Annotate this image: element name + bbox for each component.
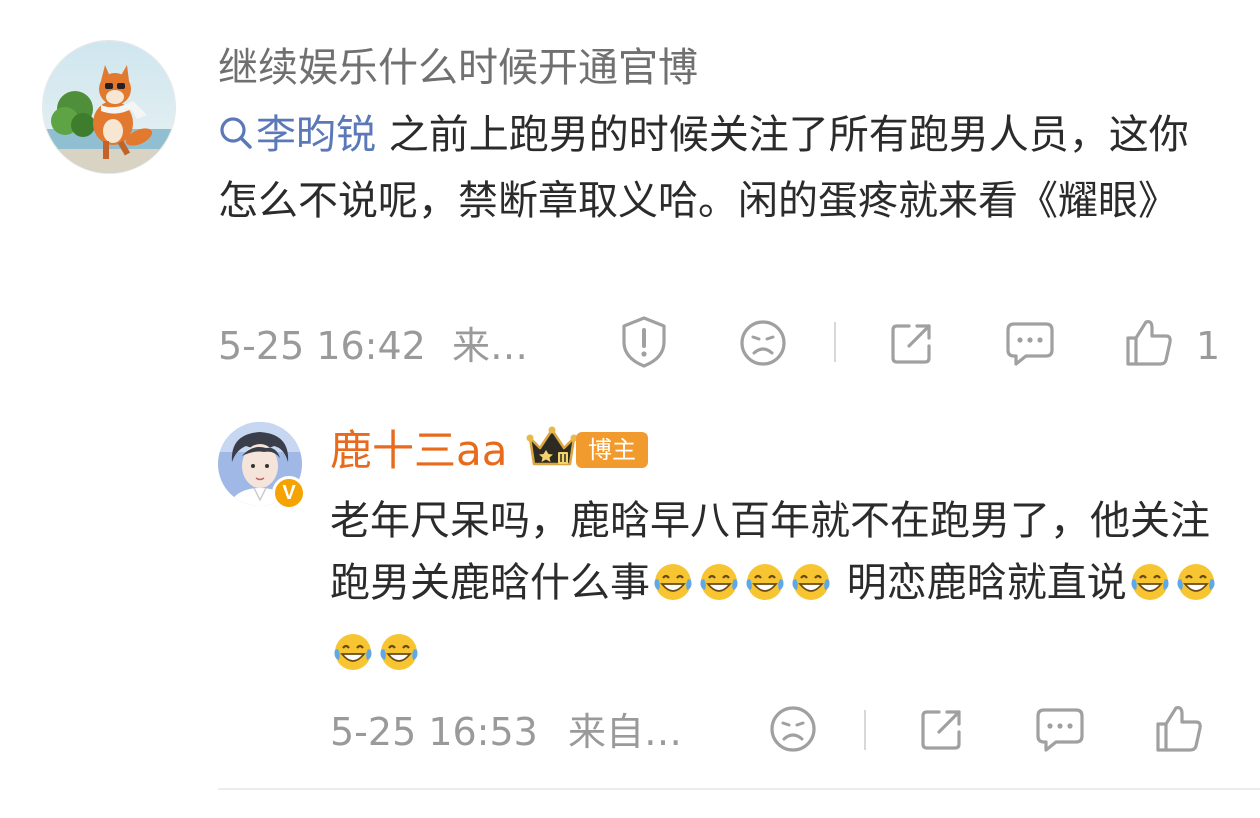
reply-text: 老年尺呆吗，鹿晗早八百年就不在跑男了，他关注跑男关鹿晗什么事 明恋鹿晗就直说 — [330, 490, 1230, 692]
laugh-cry-emoji — [1174, 560, 1218, 622]
laugh-cry-emoji — [377, 630, 421, 692]
action-divider — [834, 322, 836, 362]
comment-source[interactable]: 来… — [452, 324, 528, 368]
share-icon[interactable] — [914, 702, 970, 756]
mention-name: 李昀锐 — [256, 112, 376, 158]
search-icon — [218, 108, 254, 170]
laugh-cry-emoji — [1128, 560, 1172, 622]
share-icon[interactable] — [884, 316, 940, 370]
comment-bubble-icon[interactable] — [1032, 702, 1088, 756]
laugh-cry-emoji — [743, 560, 787, 622]
sad-face-icon[interactable] — [766, 702, 820, 756]
verified-badge: V — [272, 476, 306, 510]
like-count: 1 — [1196, 324, 1221, 368]
report-shield-icon[interactable] — [616, 314, 672, 370]
blogger-badge: 博主 — [576, 432, 648, 468]
reply-source[interactable]: 来自… — [568, 710, 682, 754]
comment-meta: 5-25 16:42 来… — [218, 318, 528, 374]
sad-face-icon[interactable] — [736, 316, 790, 370]
comment-thread: 继续娱乐什么时候开通官博 李昀锐 之前上跑男的时候关注了所有跑男人员，这你怎么不… — [0, 0, 1260, 818]
reply-body-2: 明恋鹿晗就直说 — [834, 560, 1127, 606]
reply-meta: 5-25 16:53 来自… — [330, 704, 682, 760]
replier-avatar[interactable]: V — [218, 422, 306, 510]
mention-link[interactable]: 李昀锐 — [218, 112, 376, 158]
comment-bubble-icon[interactable] — [1002, 316, 1058, 370]
replier-username[interactable]: 鹿十三aa — [330, 424, 507, 478]
commenter-avatar[interactable] — [42, 40, 176, 174]
commenter-username[interactable]: 继续娱乐什么时候开通官博 — [218, 42, 698, 94]
comment-timestamp: 5-25 16:42 — [218, 324, 426, 368]
reply-divider — [218, 788, 1260, 790]
laugh-cry-emoji — [331, 630, 375, 692]
reply-timestamp: 5-25 16:53 — [330, 710, 538, 754]
thumbs-up-icon[interactable] — [1152, 700, 1206, 756]
laugh-cry-emoji — [789, 560, 833, 622]
action-divider — [864, 710, 866, 750]
comment-text: 李昀锐 之前上跑男的时候关注了所有跑男人员，这你怎么不说呢，禁断章取义哈。闲的蛋… — [218, 104, 1218, 232]
laugh-cry-emoji — [697, 560, 741, 622]
laugh-cry-emoji — [651, 560, 695, 622]
thumbs-up-icon[interactable] — [1122, 314, 1176, 370]
crown-icon — [524, 424, 580, 474]
